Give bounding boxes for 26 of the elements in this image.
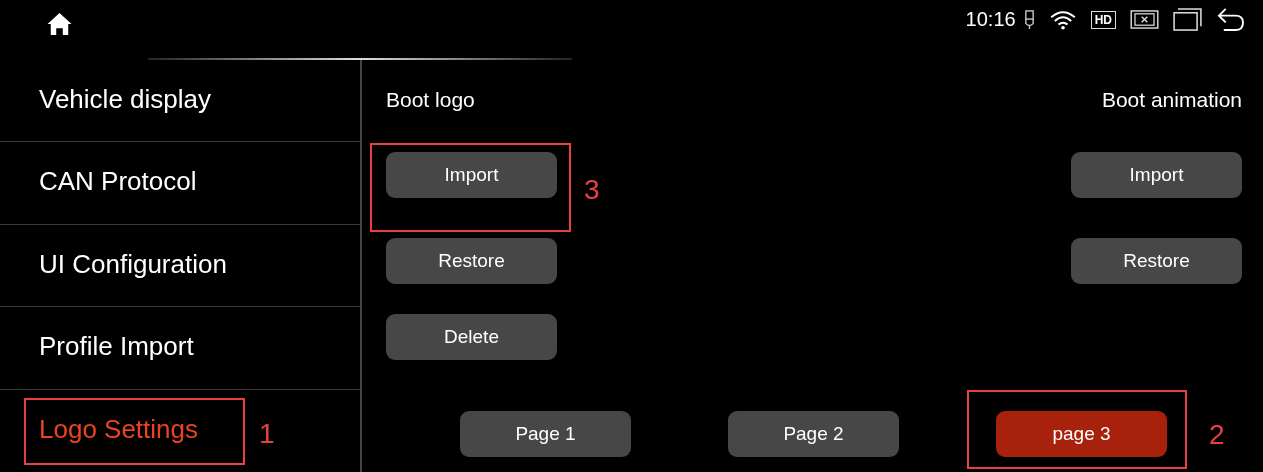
page-button[interactable]: page 3 bbox=[996, 411, 1167, 457]
page-button[interactable]: Page 2 bbox=[728, 411, 899, 457]
sidebar-item[interactable]: UI Configuration bbox=[39, 248, 227, 279]
annotation-number: 3 bbox=[584, 174, 600, 206]
home-icon[interactable] bbox=[46, 12, 73, 36]
windows-icon[interactable] bbox=[1173, 8, 1202, 31]
sidebar-item[interactable]: CAN Protocol bbox=[39, 166, 197, 197]
usb-icon bbox=[1023, 9, 1035, 30]
clock: 10:16 bbox=[965, 8, 1016, 31]
action-button[interactable]: Import bbox=[1071, 152, 1242, 198]
back-icon[interactable] bbox=[1216, 7, 1245, 32]
action-button[interactable]: Restore bbox=[1071, 238, 1242, 284]
close-icon[interactable] bbox=[1130, 10, 1159, 29]
section-title: Boot logo bbox=[386, 88, 475, 112]
action-button[interactable]: Import bbox=[386, 152, 557, 198]
sidebar-item[interactable]: Profile Import bbox=[39, 331, 194, 362]
page-button[interactable]: Page 1 bbox=[460, 411, 631, 457]
section-title: Boot animation bbox=[1101, 88, 1242, 112]
annotation-number: 2 bbox=[1209, 419, 1225, 451]
annotation-number: 1 bbox=[259, 418, 275, 450]
sidebar-item[interactable]: Logo Settings bbox=[39, 413, 198, 444]
sidebar-item[interactable]: Vehicle display bbox=[39, 84, 211, 114]
action-button[interactable]: Restore bbox=[386, 238, 557, 284]
hd-badge: HD bbox=[1090, 10, 1116, 29]
action-button[interactable]: Delete bbox=[386, 314, 557, 360]
wifi-icon bbox=[1048, 9, 1077, 30]
